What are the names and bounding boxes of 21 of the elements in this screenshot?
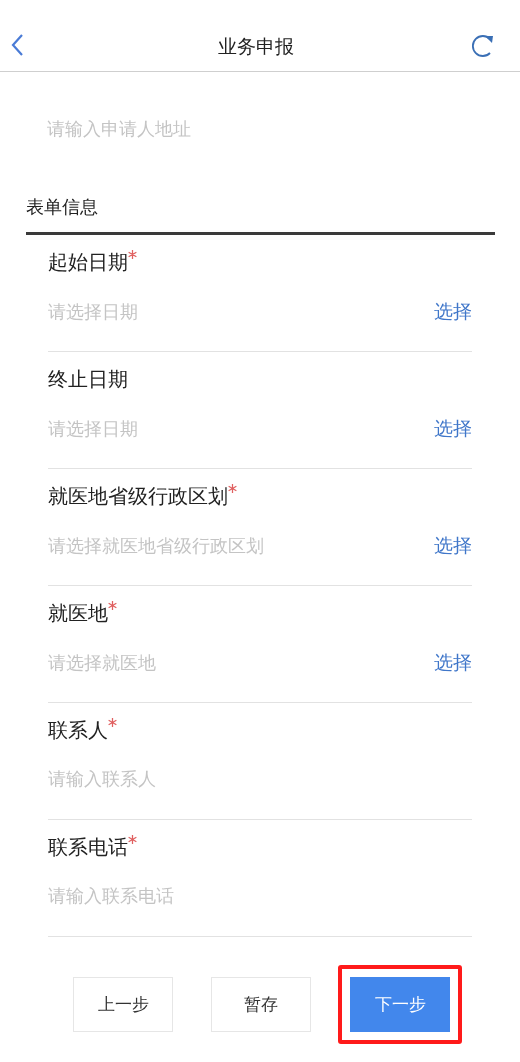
field-label: 终止日期 [48,366,128,393]
step-button[interactable]: 暂存 [211,977,311,1032]
select-field[interactable]: 请选择就医地 [48,648,156,676]
step-button[interactable]: 下一步 [350,977,450,1032]
page-title: 业务申报 [218,34,294,59]
input-field[interactable]: 请输入联系人 [48,765,156,792]
select-link[interactable]: 选择 [434,531,472,560]
field-label: 就医地省级行政区划 [48,483,228,510]
placeholder-text[interactable]: 请输入申请人地址 [47,115,520,139]
field-label: 联系电话 [48,834,128,861]
select-link[interactable]: 选择 [434,414,472,443]
field-label: 起始日期 [48,249,128,276]
input-field[interactable]: 请输入联系电话 [48,882,174,909]
field-label: 就医地 [48,600,108,627]
field-label: 联系人 [48,717,108,744]
select-field[interactable]: 请选择就医地省级行政区划 [48,531,264,559]
step-button[interactable]: 上一步 [73,977,173,1032]
back-icon[interactable] [10,33,24,57]
select-link[interactable]: 选择 [434,297,472,326]
section-title: 表单信息 [26,195,99,219]
select-link[interactable]: 选择 [434,648,472,677]
